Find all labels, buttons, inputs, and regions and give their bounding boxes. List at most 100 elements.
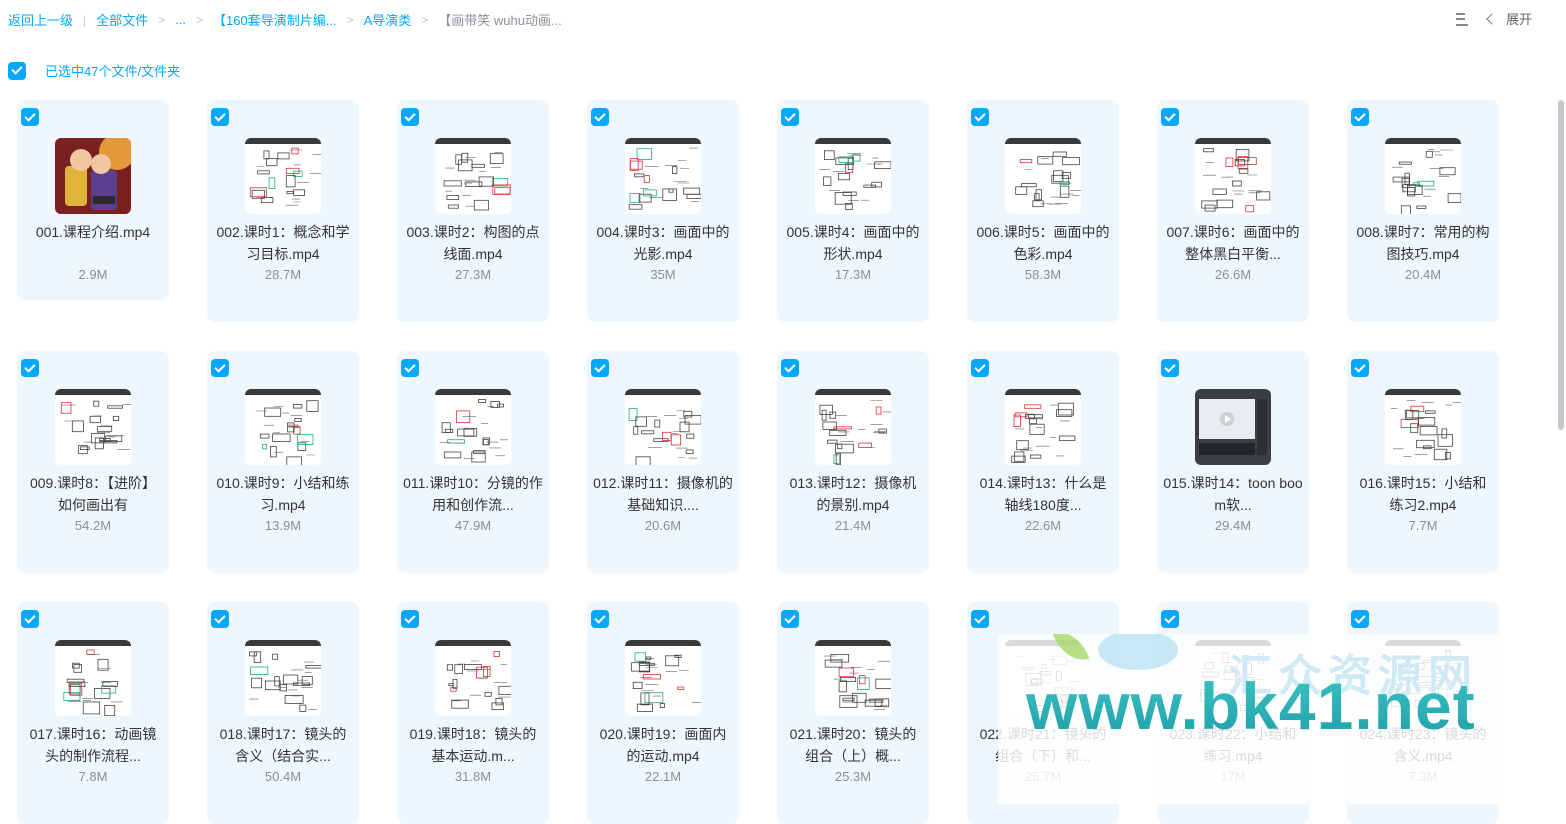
file-checkbox[interactable] — [211, 359, 229, 377]
file-card[interactable]: 021.课时20：镜头的组合（上）概... 25.3M — [777, 602, 929, 824]
video-thumbnail[interactable] — [1195, 138, 1271, 214]
file-card[interactable]: 007.课时6：画面中的整体黑白平衡... 26.6M — [1157, 100, 1309, 322]
scrollbar-thumb[interactable] — [1558, 100, 1564, 430]
file-checkbox[interactable] — [781, 359, 799, 377]
file-name[interactable]: 003.课时2：构图的点线面.mp4 — [403, 221, 543, 265]
video-thumbnail[interactable] — [435, 389, 511, 465]
file-name[interactable]: 013.课时12：摄像机的景别.mp4 — [783, 472, 923, 516]
video-thumbnail[interactable] — [815, 640, 891, 716]
file-checkbox[interactable] — [21, 108, 39, 126]
file-checkbox[interactable] — [401, 610, 419, 628]
file-name[interactable]: 012.课时11：摄像机的基础知识.... — [593, 472, 733, 516]
file-card[interactable]: 002.课时1：概念和学习目标.mp4 28.7M — [207, 100, 359, 322]
file-name[interactable]: 019.课时18：镜头的基本运动.m... — [403, 723, 543, 767]
video-thumbnail[interactable] — [625, 138, 701, 214]
video-thumbnail[interactable] — [1385, 389, 1461, 465]
video-thumbnail[interactable] — [815, 138, 891, 214]
file-checkbox[interactable] — [211, 610, 229, 628]
file-checkbox[interactable] — [1161, 108, 1179, 126]
file-name[interactable]: 008.课时7：常用的构图技巧.mp4 — [1353, 221, 1493, 265]
file-checkbox[interactable] — [971, 359, 989, 377]
file-card[interactable]: 018.课时17：镜头的含义（结合实... 50.4M — [207, 602, 359, 824]
video-thumbnail[interactable] — [625, 640, 701, 716]
file-checkbox[interactable] — [971, 108, 989, 126]
file-name[interactable]: 010.课时9：小结和练习.mp4 — [213, 472, 353, 516]
file-checkbox[interactable] — [781, 108, 799, 126]
scrollbar[interactable] — [1556, 96, 1566, 804]
file-checkbox[interactable] — [591, 610, 609, 628]
video-thumbnail[interactable] — [625, 389, 701, 465]
file-name[interactable]: 011.课时10：分镜的作用和创作流... — [403, 472, 543, 516]
breadcrumb-root[interactable]: 全部文件 — [96, 10, 148, 29]
file-checkbox[interactable] — [1351, 359, 1369, 377]
file-card[interactable]: 014.课时13：什么是轴线180度... 22.6M — [967, 351, 1119, 573]
file-name[interactable]: 006.课时5：画面中的色彩.mp4 — [973, 221, 1113, 265]
video-thumbnail[interactable] — [55, 138, 131, 214]
file-card[interactable]: 015.课时14：toon boom软... 29.4M — [1157, 351, 1309, 573]
file-card[interactable]: 008.课时7：常用的构图技巧.mp4 20.4M — [1347, 100, 1499, 322]
file-checkbox[interactable] — [1161, 359, 1179, 377]
file-name[interactable]: 021.课时20：镜头的组合（上）概... — [783, 723, 923, 767]
file-card[interactable]: 010.课时9：小结和练习.mp4 13.9M — [207, 351, 359, 573]
file-checkbox[interactable] — [21, 359, 39, 377]
file-name[interactable]: 004.课时3：画面中的光影.mp4 — [593, 221, 733, 265]
file-name[interactable]: 009.课时8：【进阶】如何画出有 — [23, 472, 163, 516]
file-name[interactable]: 020.课时19：画面内的运动.mp4 — [593, 723, 733, 767]
file-checkbox[interactable] — [781, 610, 799, 628]
file-name[interactable]: 007.课时6：画面中的整体黑白平衡... — [1163, 221, 1303, 265]
file-card[interactable]: 012.课时11：摄像机的基础知识.... 20.6M — [587, 351, 739, 573]
file-name[interactable]: 017.课时16：动画镜头的制作流程... — [23, 723, 163, 767]
expand-button[interactable]: 展开 — [1486, 9, 1532, 28]
file-name[interactable]: 001.课程介绍.mp4 — [23, 221, 163, 243]
file-card[interactable]: 011.课时10：分镜的作用和创作流... 47.9M — [397, 351, 549, 573]
video-thumbnail[interactable] — [815, 389, 891, 465]
file-name[interactable]: 014.课时13：什么是轴线180度... — [973, 472, 1113, 516]
breadcrumb-folder-2[interactable]: A导演类 — [364, 10, 412, 29]
file-name[interactable]: 015.课时14：toon boom软... — [1163, 472, 1303, 516]
breadcrumb-ellipsis[interactable]: ... — [175, 12, 186, 27]
file-card[interactable]: 009.课时8：【进阶】如何画出有 54.2M — [17, 351, 169, 573]
file-name[interactable]: 002.课时1：概念和学习目标.mp4 — [213, 221, 353, 265]
file-name[interactable]: 005.课时4：画面中的形状.mp4 — [783, 221, 923, 265]
file-card[interactable]: 019.课时18：镜头的基本运动.m... 31.8M — [397, 602, 549, 824]
file-card[interactable]: 006.课时5：画面中的色彩.mp4 58.3M — [967, 100, 1119, 322]
file-checkbox[interactable] — [211, 108, 229, 126]
file-checkbox[interactable] — [21, 610, 39, 628]
video-thumbnail[interactable] — [435, 640, 511, 716]
video-thumbnail[interactable] — [435, 138, 511, 214]
detail-panel-icon[interactable] — [1455, 12, 1468, 26]
video-thumbnail[interactable] — [245, 389, 321, 465]
file-card[interactable]: 016.课时15：小结和练习2.mp4 7.7M — [1347, 351, 1499, 573]
file-checkbox[interactable] — [1161, 610, 1179, 628]
breadcrumb-folder-1[interactable]: 【160套导演制片编... — [213, 10, 337, 29]
file-size: 22.1M — [644, 769, 682, 784]
file-card[interactable]: 020.课时19：画面内的运动.mp4 22.1M — [587, 602, 739, 824]
file-checkbox[interactable] — [1351, 610, 1369, 628]
file-card[interactable]: 005.课时4：画面中的形状.mp4 17.3M — [777, 100, 929, 322]
file-card[interactable]: 017.课时16：动画镜头的制作流程... 7.8M — [17, 602, 169, 824]
file-name[interactable]: 016.课时15：小结和练习2.mp4 — [1353, 472, 1493, 516]
file-size: 22.6M — [1024, 518, 1062, 533]
video-thumbnail[interactable] — [245, 640, 321, 716]
file-card[interactable]: 003.课时2：构图的点线面.mp4 27.3M — [397, 100, 549, 322]
file-card[interactable]: 001.课程介绍.mp4 2.9M — [17, 100, 169, 300]
video-thumbnail[interactable] — [1005, 138, 1081, 214]
back-link[interactable]: 返回上一级 — [8, 10, 73, 29]
file-size: 20.6M — [644, 518, 682, 533]
file-checkbox[interactable] — [591, 108, 609, 126]
file-checkbox[interactable] — [591, 359, 609, 377]
file-checkbox[interactable] — [401, 359, 419, 377]
file-checkbox[interactable] — [1351, 108, 1369, 126]
select-all-checkbox[interactable] — [8, 61, 26, 80]
video-thumbnail[interactable] — [55, 640, 131, 716]
file-card[interactable]: 013.课时12：摄像机的景别.mp4 21.4M — [777, 351, 929, 573]
file-card[interactable]: 004.课时3：画面中的光影.mp4 35M — [587, 100, 739, 322]
file-checkbox[interactable] — [401, 108, 419, 126]
file-name[interactable]: 018.课时17：镜头的含义（结合实... — [213, 723, 353, 767]
video-thumbnail[interactable] — [1385, 138, 1461, 214]
file-checkbox[interactable] — [971, 610, 989, 628]
video-thumbnail[interactable] — [1195, 389, 1271, 465]
video-thumbnail[interactable] — [55, 389, 131, 465]
video-thumbnail[interactable] — [245, 138, 321, 214]
video-thumbnail[interactable] — [1005, 389, 1081, 465]
